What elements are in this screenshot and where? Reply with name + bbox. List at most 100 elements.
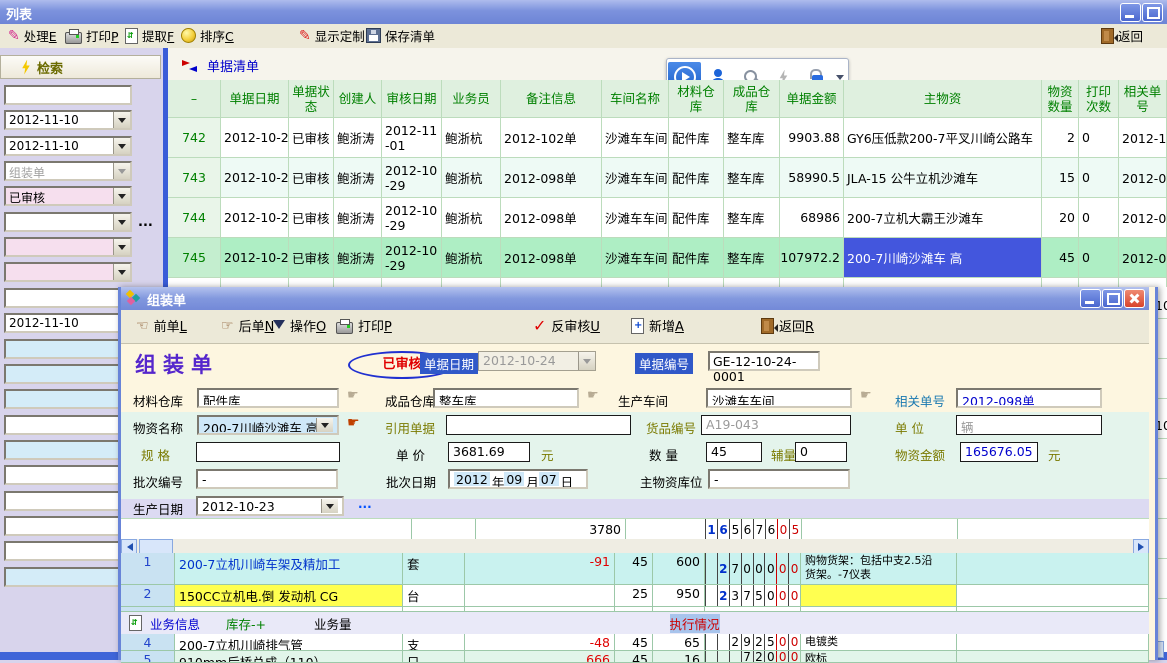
cell[interactable]: 0	[1079, 118, 1119, 158]
minimize-button[interactable]	[1120, 3, 1141, 22]
column-header-5[interactable]: 审核日期	[382, 80, 442, 118]
unit-input[interactable]: 辆	[956, 415, 1102, 435]
cell[interactable]: 配件库	[669, 118, 724, 158]
filter-field-11[interactable]	[4, 339, 132, 359]
column-header-6[interactable]: 业务员	[442, 80, 501, 118]
material-name[interactable]: 200-7立机川崎车架及精加工	[175, 553, 403, 585]
cell[interactable]: 已审核	[289, 118, 334, 158]
filter-field-9[interactable]	[4, 288, 132, 308]
infobar-item-1[interactable]: 业务信息	[150, 614, 200, 633]
cell[interactable]: 2012-098单	[501, 158, 602, 198]
more-options-button[interactable]: ...	[138, 215, 153, 230]
cell[interactable]: 2012-10-29	[382, 198, 442, 238]
filter-field-2[interactable]: 2012-11-10	[4, 110, 132, 130]
quantity[interactable]: 45	[615, 634, 653, 651]
table-row-743[interactable]: 7432012-10-23已审核鲍浙涛2012-10-29鲍浙杭2012-098…	[168, 158, 1167, 198]
dialog-toolbar-5[interactable]: ✓反审核U	[533, 316, 600, 335]
chevron-down-icon[interactable]	[321, 499, 338, 513]
tab-document-list[interactable]: 单据清单	[182, 56, 259, 75]
cell[interactable]: 743	[168, 158, 221, 198]
unit[interactable]: 台	[403, 585, 465, 607]
table-row-742[interactable]: 7422012-10-21已审核鲍浙涛2012-11-01鲍浙杭2012-102…	[168, 118, 1167, 158]
filter-field-1[interactable]	[4, 85, 132, 105]
filter-field-20[interactable]	[4, 567, 132, 587]
cell[interactable]: 45	[1042, 238, 1079, 278]
unit[interactable]: 只	[403, 651, 465, 663]
cell[interactable]: 2	[1042, 118, 1079, 158]
chevron-down-icon[interactable]	[113, 264, 130, 280]
note[interactable]	[801, 585, 957, 607]
toolbar-button-2[interactable]: 打印P	[62, 26, 122, 45]
doc-date-combo[interactable]: 2012-10-24	[478, 351, 596, 371]
column-header-15[interactable]: 相关单号	[1119, 80, 1167, 118]
cell[interactable]: 已审核	[289, 198, 334, 238]
cell[interactable]: 配件库	[669, 198, 724, 238]
cell[interactable]: 2012-102单	[1119, 118, 1167, 158]
toolbar-button-5[interactable]: ✎显示定制	[296, 26, 368, 45]
cell[interactable]: 沙滩车车间	[602, 158, 669, 198]
more-options-button[interactable]: ...	[358, 497, 372, 511]
cell[interactable]: 20	[1042, 198, 1079, 238]
dialog-toolbar-2[interactable]: ☞后单N	[221, 316, 274, 335]
related_no-input[interactable]: 2012-098单	[956, 388, 1102, 408]
column-header-2[interactable]: 单据日期	[221, 80, 289, 118]
cell[interactable]: 鲍浙涛	[334, 238, 382, 278]
toolbar-button-4[interactable]: 排序C	[178, 26, 237, 45]
cell[interactable]: 2012-10-24	[221, 238, 289, 278]
cell[interactable]: 2012-10-21	[221, 118, 289, 158]
cell[interactable]: 2012-11-01	[382, 118, 442, 158]
cell[interactable]: 15	[1042, 158, 1079, 198]
cell[interactable]: GY6压低款200-7平叉川崎公路车	[844, 118, 1042, 158]
column-header-13[interactable]: 物资数量	[1042, 80, 1079, 118]
cell[interactable]: 58990.5	[780, 158, 844, 198]
toolbar-button-3[interactable]: ⇵提取F	[122, 26, 177, 45]
column-header-12[interactable]: 主物资	[844, 80, 1042, 118]
note[interactable]: 欧标	[801, 651, 957, 663]
column-header-1[interactable]: –	[168, 80, 221, 118]
material-name[interactable]: 200-7立机川崎排气管	[175, 634, 403, 651]
column-header-14[interactable]: 打印次数	[1079, 80, 1119, 118]
price[interactable]: 600	[653, 553, 705, 585]
chevron-down-icon[interactable]	[113, 138, 130, 154]
filter-field-4[interactable]: 组装单	[4, 161, 132, 181]
cell[interactable]: 配件库	[669, 158, 724, 198]
infobar-item-4[interactable]: 执行情况	[670, 614, 720, 633]
cell[interactable]: 2012-098单	[501, 198, 602, 238]
filter-field-16[interactable]	[4, 465, 132, 485]
quantity[interactable]: 45	[615, 651, 653, 663]
dialog-toolbar-6[interactable]: 新增A	[631, 316, 684, 335]
stock[interactable]: -91	[465, 553, 615, 585]
dialog-close-button[interactable]	[1124, 289, 1145, 308]
row-number[interactable]: 4	[121, 634, 175, 651]
column-header-8[interactable]: 车间名称	[602, 80, 669, 118]
price[interactable]: 16	[653, 651, 705, 663]
filler[interactable]	[957, 634, 1149, 651]
filter-field-15[interactable]	[4, 440, 132, 460]
maximize-button[interactable]	[1142, 3, 1163, 22]
cell[interactable]: 2012-10-23	[221, 198, 289, 238]
table-row-745[interactable]: 7452012-10-24已审核鲍浙涛2012-10-29鲍浙杭2012-098…	[168, 238, 1167, 278]
column-header-4[interactable]: 创建人	[334, 80, 382, 118]
cell[interactable]: 2012-098单	[1119, 238, 1167, 278]
cell[interactable]: 2012-10-23	[221, 158, 289, 198]
cell[interactable]: 745	[168, 238, 221, 278]
cell[interactable]: 鲍浙涛	[334, 158, 382, 198]
detail-row-1[interactable]: 1200-7立机川崎车架及精加工套-91456002700000购物货架：包括中…	[121, 553, 1149, 585]
filter-field-14[interactable]	[4, 415, 132, 435]
filter-field-6[interactable]	[4, 212, 132, 232]
chevron-down-icon[interactable]	[113, 214, 130, 230]
unit[interactable]: 支	[403, 634, 465, 651]
dialog-toolbar-7[interactable]: 返回R	[761, 316, 814, 335]
cell[interactable]: JLA-15 公牛立机沙滩车	[844, 158, 1042, 198]
cell[interactable]: 沙滩车车间	[602, 198, 669, 238]
stock[interactable]: -48	[465, 634, 615, 651]
toolbar-button-1[interactable]: ✎处理E	[5, 26, 60, 45]
cell[interactable]: 鲍浙涛	[334, 118, 382, 158]
dialog-toolbar-3[interactable]: 操作O	[273, 316, 326, 335]
amount-digits[interactable]: 2375000	[705, 585, 801, 607]
note[interactable]: 电镀类	[801, 634, 957, 651]
cell[interactable]: 整车库	[724, 118, 780, 158]
cell[interactable]: 2012-098单	[1119, 198, 1167, 238]
filter-field-3[interactable]: 2012-11-10	[4, 136, 132, 156]
cell[interactable]: 鲍浙杭	[442, 158, 501, 198]
